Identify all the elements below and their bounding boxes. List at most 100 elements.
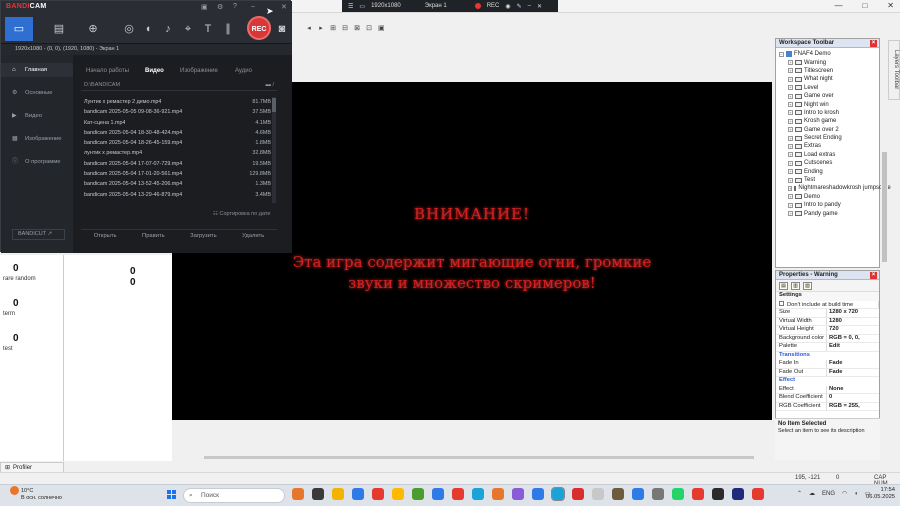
expand-icon[interactable]: + xyxy=(788,152,793,158)
counter-term[interactable]: 0 term xyxy=(0,298,64,317)
property-row[interactable]: Fade Out Fade xyxy=(776,368,879,377)
nav-item[interactable]: ▦ Изображение xyxy=(1,132,73,146)
property-value[interactable]: 0 xyxy=(827,394,879,402)
onedrive-icon[interactable]: ☁ xyxy=(809,490,815,497)
taskbar-app-icon[interactable] xyxy=(752,488,764,500)
expand-icon[interactable]: + xyxy=(788,60,793,66)
screen-mode-icon[interactable]: ▭ xyxy=(5,17,33,41)
expand-icon[interactable]: + xyxy=(788,143,793,149)
expand-icon[interactable]: + xyxy=(788,169,793,175)
tree-frame-item[interactable]: + Demo xyxy=(779,193,879,201)
minimize-icon[interactable]: – xyxy=(528,3,531,9)
taskbar-search[interactable]: ⌕ Поиск xyxy=(183,488,285,503)
toolbar-item[interactable]: ◂ xyxy=(306,24,312,32)
property-row[interactable]: RGB Coefficient RGB = 255, xyxy=(776,402,879,411)
expand-icon[interactable]: + xyxy=(788,118,793,124)
chevron-up-icon[interactable]: ⌃ xyxy=(797,490,802,497)
nav-item[interactable]: ⌂ Главная xyxy=(1,63,73,77)
taskbar-app-icon[interactable] xyxy=(712,488,724,500)
property-row[interactable]: Blend Coefficient 0 xyxy=(776,394,879,403)
file-scroll-thumb[interactable] xyxy=(272,98,276,112)
tree-frame-item[interactable]: + Nightmareshadowkrosh jumpscare xyxy=(779,184,891,192)
close-icon[interactable]: × xyxy=(870,39,877,47)
bandicut-button[interactable]: BANDICUT ↗ xyxy=(12,229,65,240)
expand-icon[interactable]: + xyxy=(788,202,793,208)
property-value[interactable]: None xyxy=(827,386,879,394)
toolbar-item[interactable]: ⊡ xyxy=(366,24,372,32)
file-row[interactable]: bandicam 2025-05-04 17-07-07-729.mp4 19.5… xyxy=(81,159,271,169)
file-row[interactable]: bandicam 2025-05-04 18-26-45-159.mp4 1.8M… xyxy=(81,138,271,148)
taskbar-app-icon[interactable] xyxy=(452,488,464,500)
screenshot-icon[interactable]: ◙ xyxy=(273,17,291,41)
taskbar-app-icon[interactable] xyxy=(572,488,584,500)
edit-button[interactable]: Править xyxy=(142,230,165,241)
delete-button[interactable]: Удалить xyxy=(242,230,264,241)
taskbar-app-icon[interactable] xyxy=(312,488,324,500)
property-row[interactable]: Fade In Fade xyxy=(776,360,879,369)
property-value[interactable]: RGB = 0, 0, xyxy=(827,335,879,343)
tab-audio[interactable]: Аудио xyxy=(235,68,252,74)
tree-frame-item[interactable]: + Intro to krosh xyxy=(779,109,879,117)
file-row[interactable]: bandicam 2025-05-04 17-01-20-561.mp4 129.… xyxy=(81,169,271,179)
tree-frame-item[interactable]: + Secret Ending xyxy=(779,134,879,142)
taskbar-app-icon[interactable] xyxy=(392,488,404,500)
taskbar-app-icon[interactable] xyxy=(512,488,524,500)
toolbar-item[interactable]: ▣ xyxy=(378,24,385,32)
taskbar-app-icon[interactable] xyxy=(432,488,444,500)
taskbar-app-icon[interactable] xyxy=(551,487,565,501)
taskbar-app-icon[interactable] xyxy=(692,488,704,500)
tab-image[interactable]: Изображение xyxy=(180,68,218,74)
layers-toolbar-tab[interactable]: Layers Toolbar xyxy=(888,40,900,100)
checkbox-icon[interactable] xyxy=(779,300,784,306)
taskbar-app-icon[interactable] xyxy=(612,488,624,500)
toolbar-item[interactable]: ⊠ xyxy=(354,24,360,32)
sort-toggle[interactable]: ☷ Сортировка по дате xyxy=(213,211,270,217)
tree-frame-item[interactable]: + Warning xyxy=(779,58,879,66)
taskbar-app-icon[interactable] xyxy=(652,488,664,500)
expand-icon[interactable]: + xyxy=(788,177,793,183)
volume-icon[interactable]: ◖ xyxy=(854,491,858,497)
tree-frame-item[interactable]: + Extras xyxy=(779,142,879,150)
tree-frame-item[interactable]: + Pandy game xyxy=(779,209,879,217)
tree-frame-item[interactable]: + Game over 2 xyxy=(779,126,879,134)
expand-icon[interactable]: + xyxy=(788,76,793,82)
mic-icon[interactable]: ♪ xyxy=(159,17,177,41)
close-icon[interactable]: × xyxy=(870,271,877,279)
expand-icon[interactable]: + xyxy=(788,127,793,133)
settings-tab-icon[interactable]: ▤ xyxy=(779,282,788,290)
taskbar-app-icon[interactable] xyxy=(532,488,544,500)
nav-item[interactable]: ⓘ О программе xyxy=(1,155,73,169)
prop-dont-include[interactable]: Don't include at build time xyxy=(776,300,879,309)
expand-icon[interactable]: + xyxy=(788,110,793,116)
close-icon[interactable]: ✕ xyxy=(537,3,542,10)
menu-icon[interactable]: ☰ xyxy=(348,3,353,10)
pencil-icon[interactable]: ✎ xyxy=(517,3,522,10)
taskbar-app-icon[interactable] xyxy=(412,488,424,500)
hdmi-mode-icon[interactable]: ▤ xyxy=(45,17,73,41)
property-row[interactable]: Effect None xyxy=(776,385,879,394)
lock-icon[interactable]: ▣ xyxy=(201,3,208,11)
file-row[interactable]: bandicam 2025-05-05 09-08-36-921.mp4 37.5… xyxy=(81,107,271,117)
tree-frame-item[interactable]: + Level xyxy=(779,84,879,92)
horizontal-scrollbar[interactable] xyxy=(204,456,754,459)
tree-frame-item[interactable]: + Cutscenes xyxy=(779,159,879,167)
folder-icon[interactable]: ▬ / xyxy=(265,81,274,90)
property-row[interactable]: Size 1280 x 720 xyxy=(776,309,879,318)
taskbar-app-icon[interactable] xyxy=(672,488,684,500)
close-button[interactable]: ✕ xyxy=(887,1,894,10)
taskbar-app-icon[interactable] xyxy=(472,488,484,500)
taskbar-app-icon[interactable] xyxy=(492,488,504,500)
taskbar-app-icon[interactable] xyxy=(592,488,604,500)
file-row[interactable]: bandicam 2025-05-04 13-52-45-206.mp4 1.3M… xyxy=(81,179,271,189)
minimize-icon[interactable]: – xyxy=(251,3,255,10)
pause-icon[interactable]: ∥ xyxy=(219,17,237,41)
wifi-icon[interactable]: ◠ xyxy=(842,490,847,497)
help-icon[interactable]: ? xyxy=(233,3,237,10)
toolbar-item[interactable]: ⊟ xyxy=(342,24,348,32)
upload-button[interactable]: Загрузить xyxy=(190,230,216,241)
open-button[interactable]: Открыть xyxy=(94,230,117,241)
start-button[interactable] xyxy=(167,490,176,499)
tab-video[interactable]: Видео xyxy=(145,68,164,74)
taskbar-app-icon[interactable] xyxy=(632,488,644,500)
expand-icon[interactable]: + xyxy=(788,93,793,99)
